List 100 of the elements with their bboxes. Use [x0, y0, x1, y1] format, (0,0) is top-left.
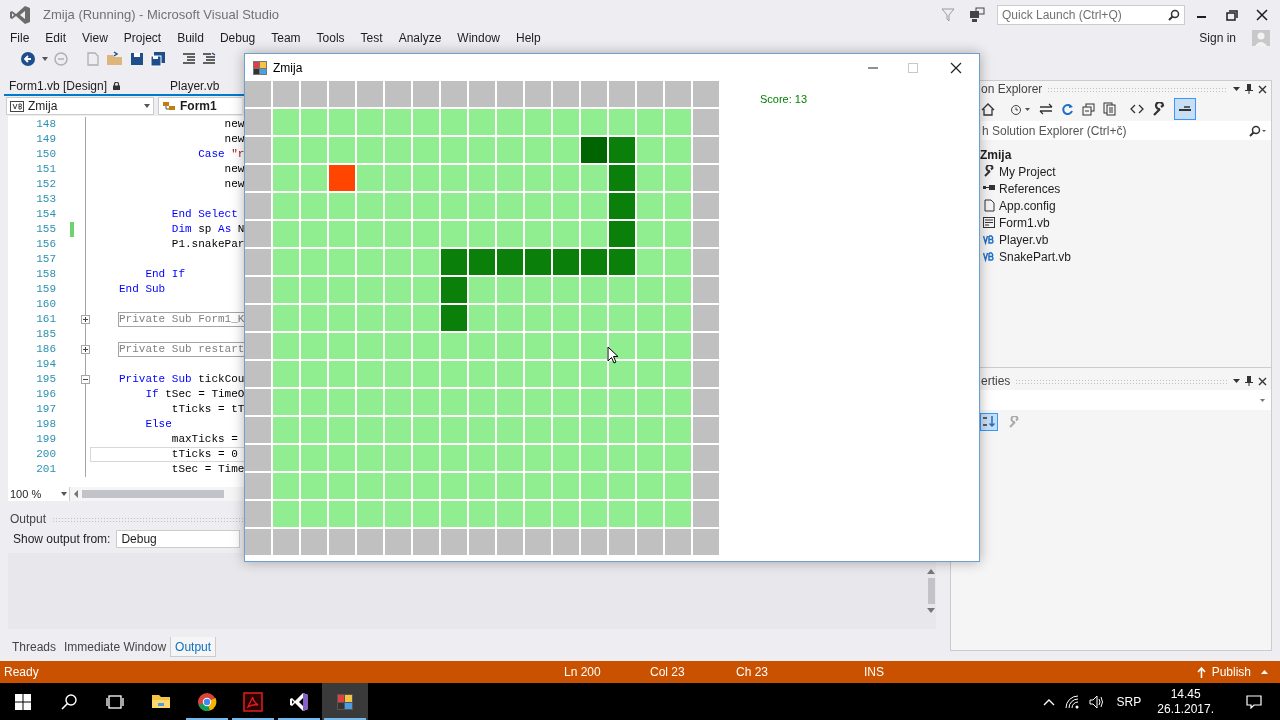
tool-window-tab[interactable]: Threads: [8, 637, 61, 657]
grass-tile: [581, 417, 607, 443]
notifications-icon[interactable]: [1246, 694, 1262, 709]
save-all-icon[interactable]: [150, 51, 166, 67]
publish-button[interactable]: Publish: [1196, 663, 1268, 681]
feedback-icon[interactable]: [969, 7, 985, 23]
wall-tile: [245, 529, 271, 555]
preview-toggle-icon[interactable]: [1174, 98, 1196, 120]
sort-alphabetical-icon[interactable]: [980, 413, 998, 431]
menu-item[interactable]: Help: [509, 29, 548, 47]
sign-in-link[interactable]: Sign in: [1199, 29, 1236, 47]
tool-window-tab[interactable]: Immediate Window: [60, 637, 171, 657]
scrollbar-thumb[interactable]: [82, 490, 224, 498]
wrench-icon[interactable]: [1152, 102, 1166, 116]
menu-item[interactable]: Analyze: [391, 29, 449, 47]
menu-item[interactable]: View: [75, 29, 115, 47]
menu-item[interactable]: Tools: [309, 29, 352, 47]
volume-icon[interactable]: [1088, 694, 1105, 709]
grass-tile: [665, 417, 691, 443]
save-icon[interactable]: [130, 52, 144, 66]
grass-tile: [385, 249, 411, 275]
tool-window-tab[interactable]: Output: [170, 637, 217, 657]
task-view-icon[interactable]: [106, 694, 124, 709]
code-icon[interactable]: [1130, 104, 1144, 114]
output-source-dropdown[interactable]: Debug: [116, 530, 241, 548]
line-number: 199: [35, 432, 56, 448]
menu-item[interactable]: Edit: [38, 29, 74, 47]
line-number: 200: [35, 447, 56, 463]
type-dropdown[interactable]: Form1: [158, 97, 242, 115]
menu-item[interactable]: Build: [170, 29, 211, 47]
quick-launch-field[interactable]: Quick Launch (Ctrl+Q): [997, 5, 1185, 25]
pdf-reader-icon[interactable]: [243, 691, 263, 712]
document-tab[interactable]: Player.vb: [165, 77, 225, 95]
home-icon[interactable]: [981, 102, 995, 116]
close-icon[interactable]: [1258, 84, 1267, 94]
grass-tile: [525, 277, 551, 303]
windows-start-icon[interactable]: [15, 693, 31, 710]
collapse-icon[interactable]: [81, 375, 90, 384]
wall-tile: [329, 529, 355, 555]
clock-time[interactable]: 14.45: [1170, 686, 1201, 702]
show-all-files-icon[interactable]: [1103, 102, 1116, 116]
tree-item[interactable]: SnakePart.vb: [999, 247, 1072, 266]
scroll-left-icon[interactable]: [72, 489, 80, 499]
tree-item[interactable]: Form1.vb: [999, 213, 1050, 232]
line-number: 150: [35, 147, 56, 163]
refresh-icon[interactable]: [1061, 102, 1074, 116]
chevron-up-icon[interactable]: [1042, 697, 1055, 706]
zoom-dropdown[interactable]: 100 %: [8, 487, 70, 501]
tree-item[interactable]: References: [999, 179, 1061, 198]
input-language[interactable]: SRP: [1116, 692, 1142, 711]
open-folder-icon[interactable]: [106, 51, 124, 67]
search-field[interactable]: h Solution Explorer (Ctrl+č): [981, 121, 1271, 140]
close-icon[interactable]: [1258, 376, 1267, 386]
menu-item[interactable]: File: [3, 29, 37, 47]
wall-tile: [693, 137, 719, 163]
menu-item[interactable]: Debug: [212, 29, 263, 47]
tree-item[interactable]: Player.vb: [999, 230, 1049, 249]
caret-icon[interactable]: [42, 57, 48, 61]
scrollbar-thumb[interactable]: [927, 578, 935, 604]
grass-tile: [525, 109, 551, 135]
menu-item[interactable]: Test: [353, 29, 390, 47]
clock-date[interactable]: 26.1.2017.: [1157, 701, 1214, 717]
grass-tile: [413, 305, 439, 331]
tree-item[interactable]: My Project: [999, 162, 1056, 181]
history-icon[interactable]: [1009, 102, 1031, 116]
menu-item[interactable]: Team: [264, 29, 308, 47]
sync-arrows-icon[interactable]: [1039, 103, 1053, 115]
caret-icon[interactable]: [1233, 87, 1240, 91]
menu-item[interactable]: Project: [116, 29, 169, 47]
menu-item[interactable]: Window: [450, 29, 507, 47]
grass-tile: [329, 333, 355, 359]
visual-studio-logo[interactable]: [289, 691, 309, 712]
status-text: Ready: [3, 664, 40, 681]
app-window-icon[interactable]: [335, 691, 355, 712]
code-line: tTicks = 0: [170, 448, 238, 461]
wifi-icon[interactable]: [1064, 694, 1079, 709]
caret-icon[interactable]: [1233, 379, 1240, 383]
wall-tile: [693, 249, 719, 275]
project-dropdown[interactable]: Zmija: [6, 97, 154, 115]
grass-tile: [441, 333, 467, 359]
snake-segment: [609, 221, 635, 247]
pin-icon[interactable]: [1245, 84, 1253, 94]
document-tab[interactable]: Form1.vb [Design]: [4, 77, 126, 95]
wall-tile: [245, 389, 271, 415]
collapse-all-icon[interactable]: [1082, 102, 1095, 116]
expand-icon[interactable]: [81, 315, 90, 324]
indent-icon[interactable]: [182, 52, 196, 66]
scroll-up-icon[interactable]: [927, 569, 935, 574]
pin-icon[interactable]: [1245, 376, 1253, 386]
tree-item[interactable]: App.config: [999, 196, 1056, 215]
expand-icon[interactable]: [81, 345, 90, 354]
wall-tile: [245, 445, 271, 471]
tree-item[interactable]: Zmija: [980, 146, 1271, 163]
back-icon[interactable]: [20, 51, 36, 67]
search-icon[interactable]: [61, 693, 77, 710]
browser-icon[interactable]: [197, 691, 217, 712]
grass-tile: [441, 193, 467, 219]
grass-tile: [357, 305, 383, 331]
outdent-icon[interactable]: [202, 52, 216, 66]
scroll-down-icon[interactable]: [927, 608, 935, 613]
